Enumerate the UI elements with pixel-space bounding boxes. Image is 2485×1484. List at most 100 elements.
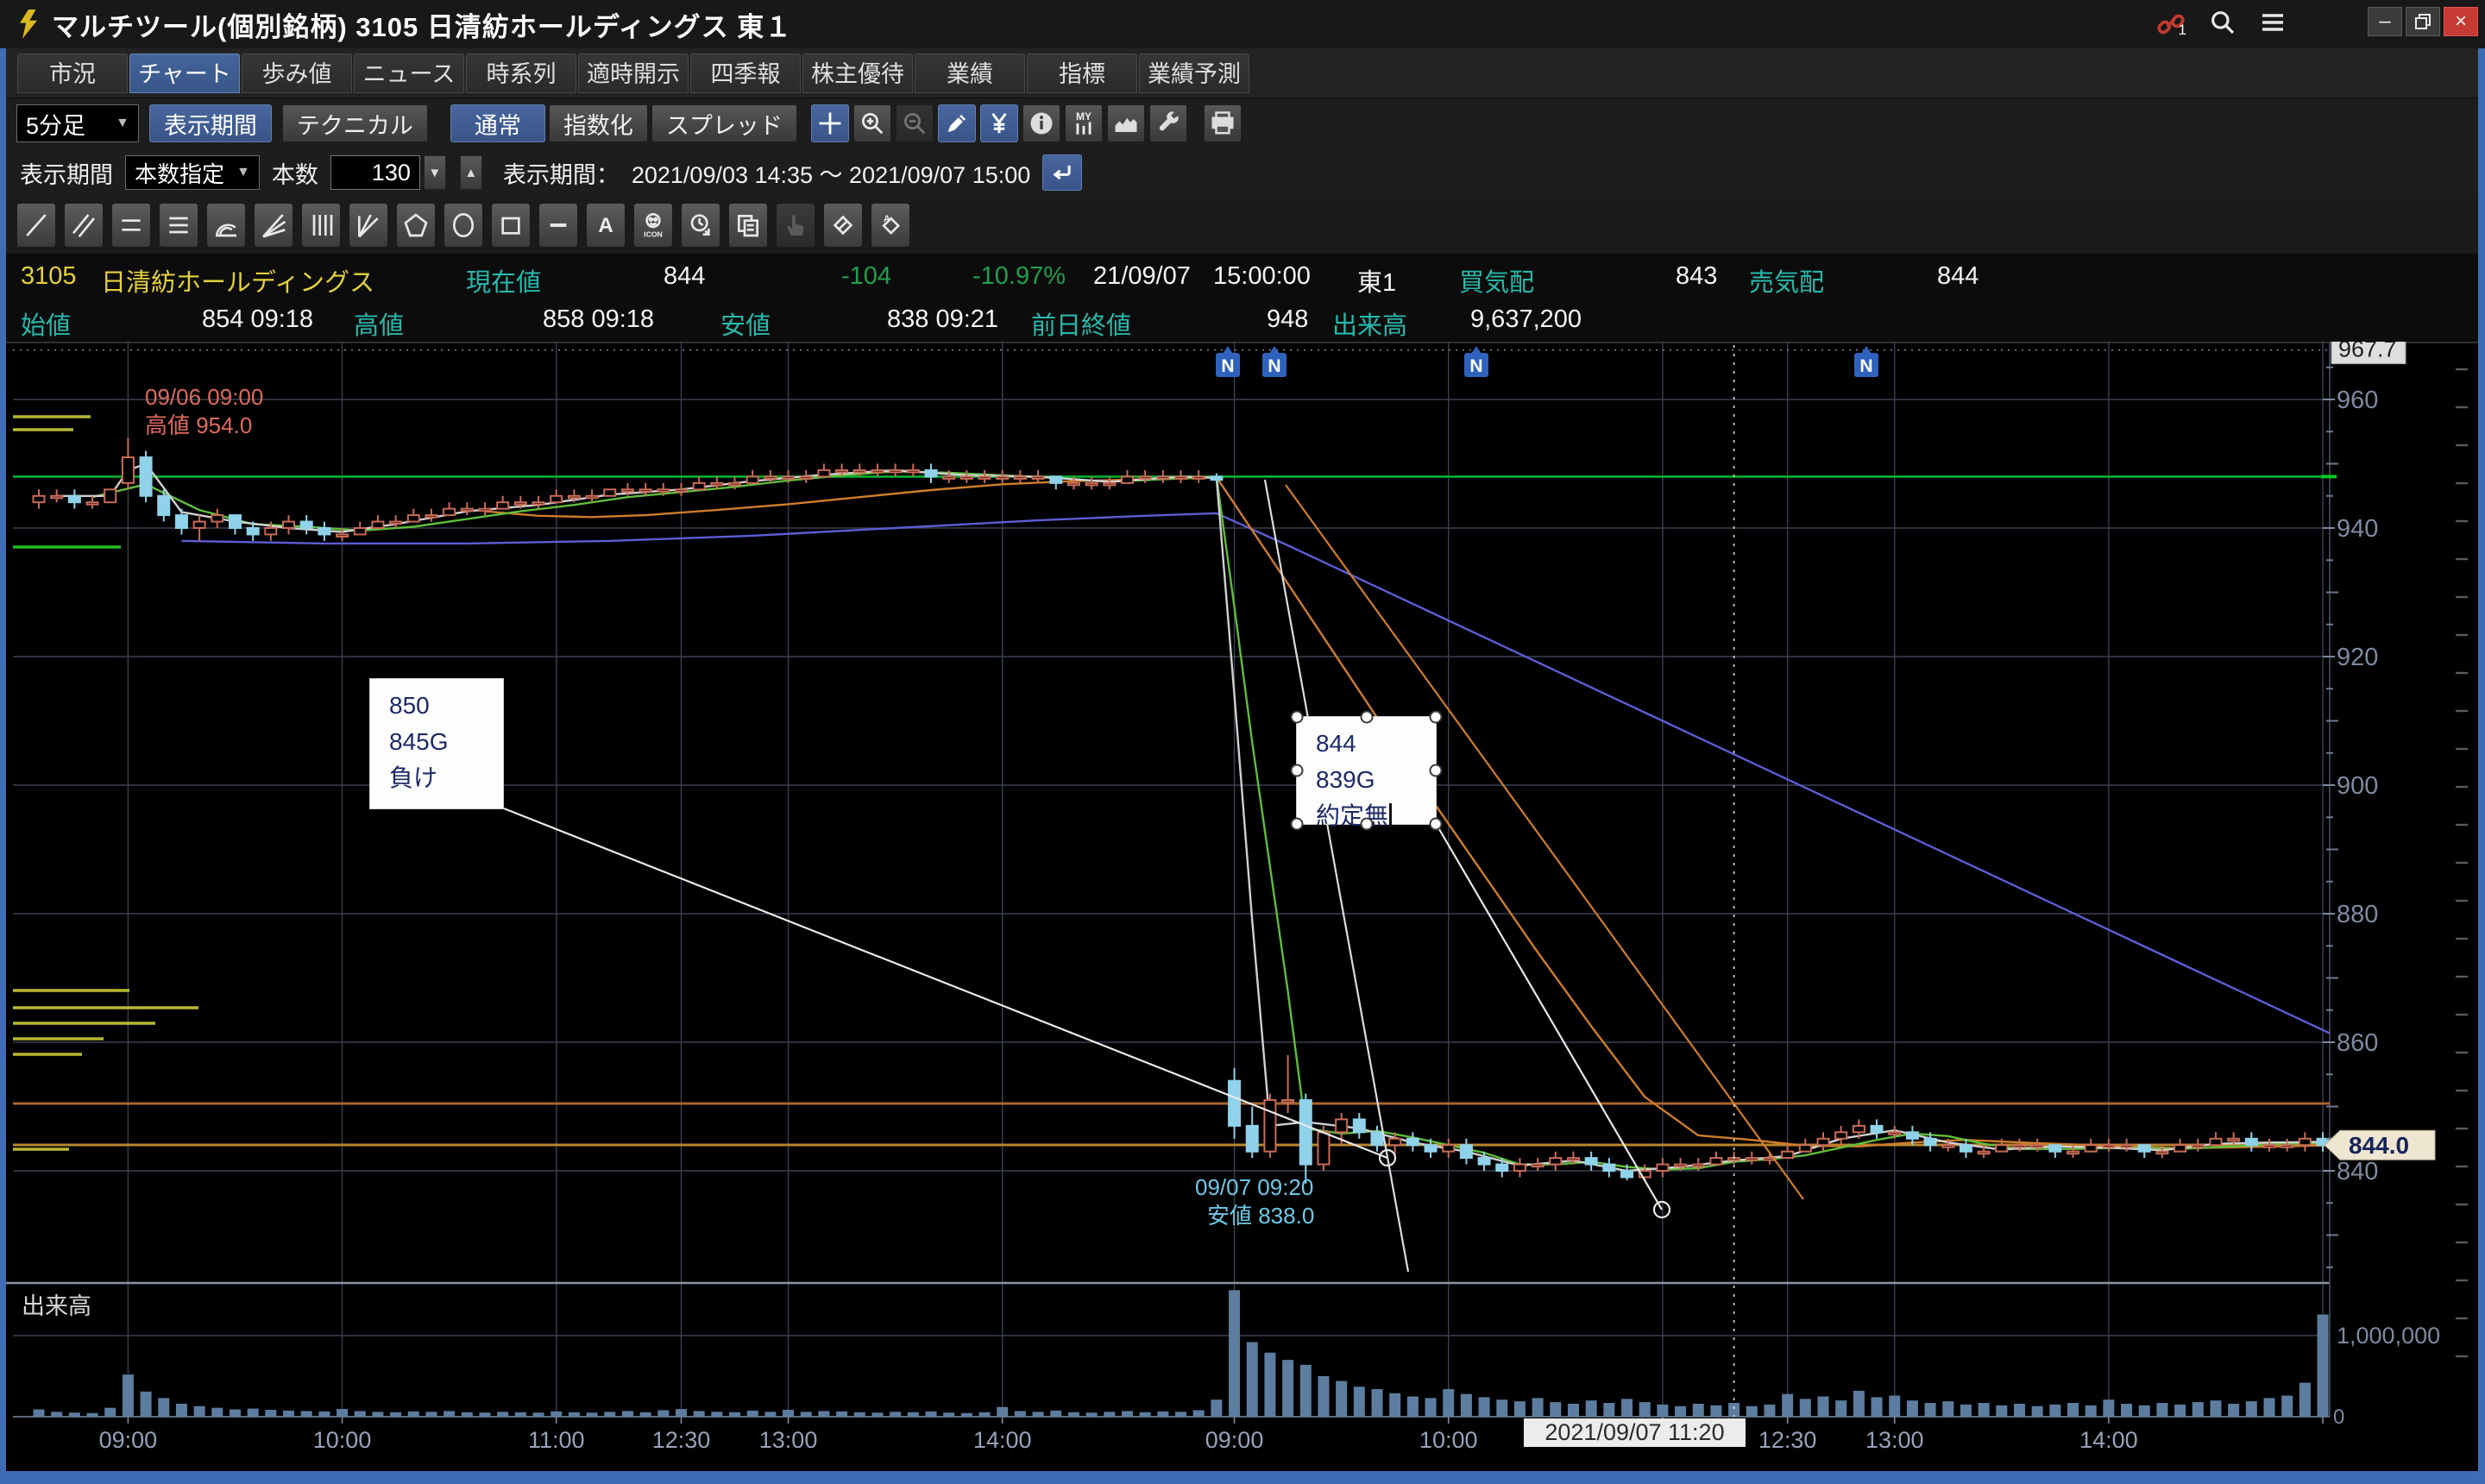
svg-text:960: 960 (2337, 387, 2378, 414)
prev-close-value: 948 (1267, 305, 1308, 334)
tab-市況[interactable]: 市況 (17, 53, 128, 93)
tab-適時開示[interactable]: 適時開示 (578, 53, 689, 93)
tab-業績[interactable]: 業績 (915, 53, 1025, 93)
svg-text:1,000,000: 1,000,000 (2337, 1323, 2440, 1349)
count-decrement-button[interactable]: ▼ (424, 155, 446, 190)
text-tool[interactable]: A (586, 203, 626, 248)
restore-button[interactable] (2406, 7, 2440, 36)
time-cycle-tool[interactable] (681, 203, 720, 248)
tab-指標[interactable]: 指標 (1027, 53, 1137, 93)
tab-歩み値[interactable]: 歩み値 (242, 53, 352, 93)
price-axis: 960940920900880860840967.7844.01,000,000… (2321, 342, 2440, 1429)
count-label: 本数 (272, 156, 318, 190)
low-point-annotation: 09/07 09:20 安値 838.0 (1195, 1173, 1314, 1229)
resize-handle[interactable] (1430, 764, 1443, 777)
quote-panel: 3105 日清紡ホールディングス 現在値 844 -104 -10.97% 21… (6, 254, 2478, 342)
ellipse-tool[interactable] (444, 203, 483, 248)
zoom-out-icon[interactable] (896, 104, 934, 142)
axis-scroll-ticks[interactable] (2456, 369, 2468, 1356)
info-icon[interactable] (1022, 104, 1060, 142)
area-chart-icon[interactable] (1107, 104, 1145, 142)
zoom-in-icon[interactable] (853, 104, 891, 142)
minimize-button[interactable]: – (2368, 7, 2402, 36)
chevron-down-icon: ▼ (236, 165, 250, 180)
pencil-icon[interactable] (938, 104, 976, 142)
svg-text:12:30: 12:30 (652, 1427, 711, 1453)
tab-ニュース[interactable]: ニュース (354, 53, 464, 93)
bid-label: 買気配 (1459, 262, 1534, 299)
pentagon-tool[interactable] (396, 203, 436, 248)
resize-handle[interactable] (1430, 818, 1443, 831)
svg-text:860: 860 (2337, 1029, 2378, 1057)
svg-text:N: N (1859, 356, 1872, 376)
chart-area[interactable]: NNNN960940920900880860840967.7844.01,000… (0, 342, 2485, 1472)
resize-handle[interactable] (1360, 818, 1373, 831)
move-object-tool[interactable] (776, 203, 815, 248)
svg-text:940: 940 (2337, 515, 2378, 543)
period-mode-select[interactable]: 本数指定 ▼ (125, 155, 260, 190)
svg-text:920: 920 (2337, 644, 2378, 671)
count-increment-button[interactable]: ▲ (460, 155, 482, 190)
open-label: 始値 (21, 305, 71, 342)
period-mode-value: 本数指定 (135, 157, 224, 189)
reset-period-button[interactable] (1042, 154, 1082, 191)
horizontal-2lines-tool[interactable] (111, 203, 151, 248)
resize-handle[interactable] (1291, 818, 1304, 831)
svg-text:N: N (1221, 356, 1234, 376)
indexed-mode-button[interactable]: 指数化 (549, 104, 648, 142)
chart-canvas: NNNN960940920900880860840967.7844.01,000… (0, 342, 2485, 1472)
technical-button[interactable]: テクニカル (282, 104, 428, 142)
svg-text:ICON: ICON (644, 230, 663, 238)
high-label: 高値 (354, 305, 404, 342)
moving-average-lines (57, 464, 2341, 1172)
svg-text:13:00: 13:00 (759, 1427, 818, 1453)
copy-object-tool[interactable] (728, 203, 768, 248)
yen-icon[interactable] (980, 104, 1018, 142)
resize-handle[interactable] (1430, 711, 1443, 724)
my-chart-icon[interactable]: MY (1065, 104, 1103, 142)
ask-price: 844 (1937, 262, 1979, 291)
ma-line-MA5 (92, 471, 2341, 1169)
market-segment: 東1 (1357, 262, 1396, 299)
tab-業績予測[interactable]: 業績予測 (1139, 53, 1249, 93)
erase-object-tool[interactable] (823, 203, 863, 248)
printer-icon[interactable] (1204, 104, 1242, 142)
icon-stamp-tool[interactable]: ICON (633, 203, 673, 248)
close-icon[interactable]: × (2444, 7, 2478, 36)
tab-チャート[interactable]: チャート (129, 53, 240, 93)
timeframe-select[interactable]: 5分足▼ (16, 104, 139, 142)
drawn-trend-lines[interactable] (504, 480, 1803, 1272)
tab-四季報[interactable]: 四季報 (690, 53, 801, 93)
search-icon[interactable] (2209, 9, 2236, 41)
link-icon[interactable]: 1 (2156, 9, 2186, 39)
tab-株主優待[interactable]: 株主優待 (802, 53, 913, 93)
horizontal-line-tool[interactable] (538, 203, 578, 248)
window-frame (0, 1471, 2485, 1484)
resize-handle[interactable] (1291, 764, 1304, 777)
ma-line-MA3 (57, 464, 2341, 1172)
crosshair-time-label: 2021/09/07 11:20 (1524, 1418, 1746, 1447)
bar-count-input[interactable]: 130 (330, 155, 420, 190)
parallel-line-tool[interactable] (64, 203, 104, 248)
volume-label: 出来高 (1332, 305, 1407, 342)
resize-handle[interactable] (1291, 711, 1304, 724)
vertical-lines-tool[interactable] (301, 203, 341, 248)
note-box-2[interactable]: 844 839G 約定無 (1296, 716, 1437, 825)
rectangle-tool[interactable] (491, 203, 531, 248)
gann-fan-tool[interactable] (349, 203, 388, 248)
resize-handle[interactable] (1360, 711, 1373, 724)
fan-line-tool[interactable] (254, 203, 293, 248)
svg-text:14:00: 14:00 (2079, 1427, 2138, 1453)
wrench-icon[interactable] (1149, 104, 1187, 142)
trendline-tool[interactable] (16, 203, 56, 248)
spread-mode-button[interactable]: スプレッド (651, 104, 797, 142)
normal-mode-button[interactable]: 通常 (450, 104, 545, 142)
note-box-1[interactable]: 850 845G 負け (369, 678, 504, 809)
tab-時系列[interactable]: 時系列 (466, 53, 576, 93)
crosshair-icon[interactable] (811, 104, 849, 142)
fibonacci-arc-tool[interactable] (206, 203, 246, 248)
horizontal-3lines-tool[interactable] (159, 203, 198, 248)
menu-icon[interactable] (2259, 9, 2287, 41)
erase-all-tool[interactable]: A (871, 203, 910, 248)
display-period-button[interactable]: 表示期間 (149, 104, 272, 142)
